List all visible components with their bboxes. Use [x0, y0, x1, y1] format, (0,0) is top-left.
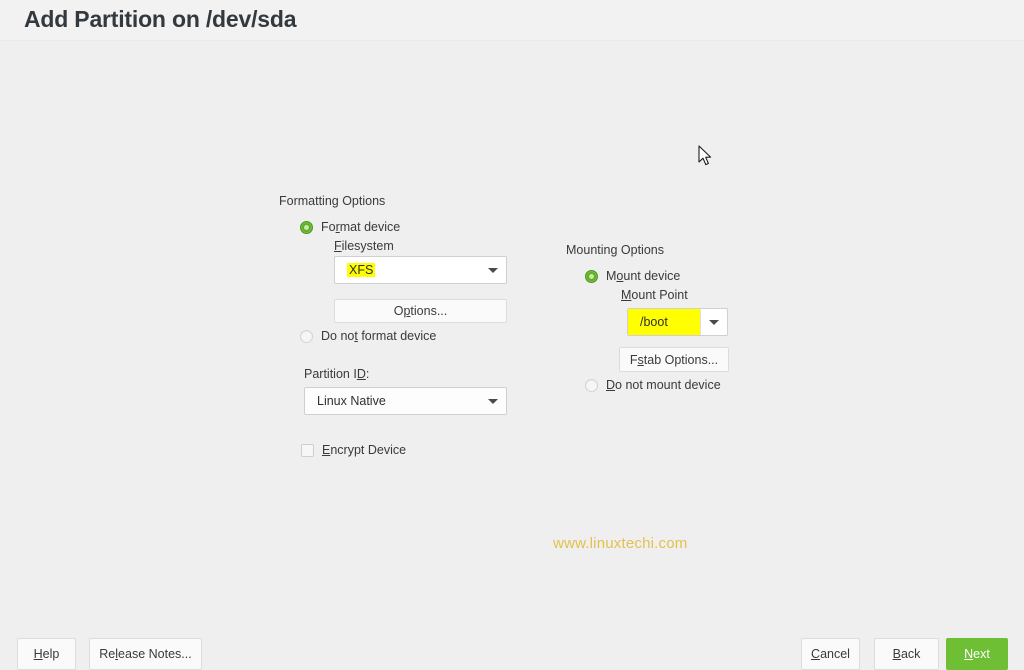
back-button-label: Back — [892, 647, 921, 661]
filesystem-options-button-label: Options... — [393, 304, 448, 318]
fstab-options-button-label: Fstab Options... — [629, 352, 719, 367]
page-title: Add Partition on /dev/sda — [24, 6, 297, 32]
partition-id-combobox-value: Linux Native — [317, 394, 386, 408]
radio-mount-device[interactable]: Mount device — [585, 269, 680, 283]
filesystem-combobox-value: XFS — [347, 263, 376, 277]
mount-point-label: Mount Point — [621, 288, 688, 302]
chevron-down-icon[interactable] — [480, 388, 506, 414]
radio-unselected-icon — [585, 378, 598, 392]
next-button-label: Next — [964, 647, 990, 661]
radio-selected-icon — [585, 269, 598, 283]
mount-point-combobox[interactable]: /boot — [627, 308, 728, 336]
mounting-options-group-label: Mounting Options — [566, 243, 664, 257]
help-button[interactable]: Help — [17, 638, 76, 670]
mount-point-combobox-value[interactable]: /boot — [628, 309, 700, 335]
help-button-label: Help — [33, 647, 60, 661]
cancel-button-label: Cancel — [811, 647, 850, 661]
radio-mount-device-label: Mount device — [606, 269, 681, 283]
cancel-button[interactable]: Cancel — [801, 638, 860, 670]
filesystem-combobox[interactable]: XFS — [334, 256, 507, 284]
radio-selected-icon — [300, 220, 313, 234]
radio-do-not-format-device-label: Do not format device — [321, 329, 437, 343]
radio-format-device-label: Format device — [321, 220, 401, 234]
radio-do-not-mount-device-label: Do not mount device — [606, 378, 721, 392]
release-notes-button[interactable]: Release Notes... — [89, 638, 202, 670]
checkbox-encrypt-device-label: Encrypt Device — [322, 443, 407, 457]
footer-bar: Help Release Notes... Cancel Back Next — [0, 629, 1024, 670]
partition-id-combobox[interactable]: Linux Native — [304, 387, 507, 415]
filesystem-options-button[interactable]: Options... — [334, 299, 507, 323]
radio-format-device[interactable]: Format device — [300, 220, 400, 234]
dialog-content: Formatting Options Format device Filesys… — [0, 41, 1024, 629]
partition-id-label: Partition ID: — [304, 367, 370, 381]
fstab-options-button[interactable]: Fstab Options... — [619, 347, 729, 372]
checkbox-encrypt-device[interactable]: Encrypt Device — [301, 443, 406, 457]
radio-do-not-mount-device[interactable]: Do not mount device — [585, 378, 721, 392]
release-notes-button-label: Release Notes... — [99, 647, 192, 661]
radio-unselected-icon — [300, 329, 313, 343]
checkbox-unchecked-icon — [301, 443, 314, 457]
filesystem-label: Filesystem — [334, 239, 394, 253]
formatting-options-group-label: Formatting Options — [279, 194, 386, 208]
next-button[interactable]: Next — [946, 638, 1008, 670]
watermark-text: www.linuxtechi.com — [553, 535, 688, 552]
back-button[interactable]: Back — [874, 638, 939, 670]
chevron-down-icon[interactable] — [480, 257, 506, 283]
chevron-down-icon[interactable] — [701, 309, 727, 335]
radio-do-not-format-device[interactable]: Do not format device — [300, 329, 436, 343]
